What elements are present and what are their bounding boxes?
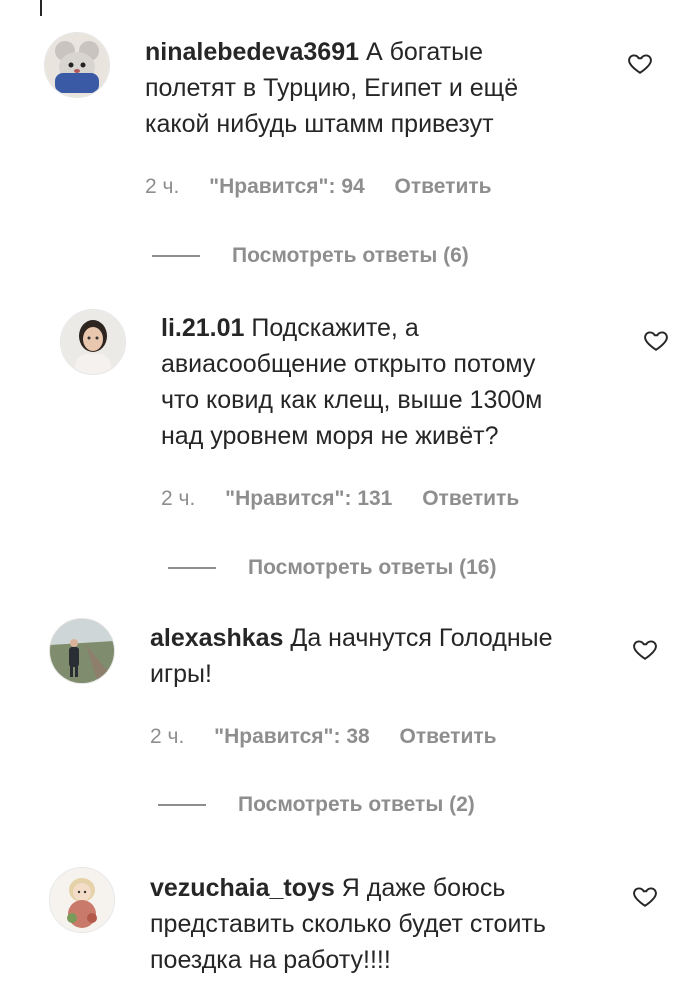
comment-body-line: какой нибудь штамм привезут xyxy=(145,110,494,138)
avatar[interactable] xyxy=(49,618,115,684)
comment-username[interactable]: li.21.01 xyxy=(161,314,244,342)
comment-body-line: игры! xyxy=(150,660,212,688)
avatar[interactable] xyxy=(44,32,110,98)
divider xyxy=(158,804,206,806)
reply-button[interactable]: Ответить xyxy=(400,725,497,749)
comment-username[interactable]: vezuchaia_toys xyxy=(150,874,335,902)
view-replies-button[interactable]: Посмотреть ответы (16) xyxy=(168,556,496,580)
comment-body: Подскажите, а xyxy=(251,314,419,342)
comment-body-line: полетят в Турцию, Египет и ещё xyxy=(145,74,519,102)
text-cursor xyxy=(40,0,42,16)
comment-text: alexashkas Да начнутся Голодные игры! xyxy=(150,620,620,692)
heart-outline-icon[interactable] xyxy=(643,327,669,353)
doll-toy-avatar xyxy=(50,868,114,932)
heart-outline-icon[interactable] xyxy=(627,50,653,76)
view-replies-label: Посмотреть ответы (2) xyxy=(238,793,475,816)
comment-likes[interactable]: "Нравится": 131 xyxy=(225,487,392,511)
heart-outline-icon[interactable] xyxy=(632,636,658,662)
view-replies-label: Посмотреть ответы (6) xyxy=(232,244,469,267)
divider xyxy=(168,567,216,569)
comment-body-line: поездка на работу!!!! xyxy=(150,946,391,974)
comment-text: vezuchaia_toys Я даже боюсь представить … xyxy=(150,870,620,978)
comment-body: Я даже боюсь xyxy=(341,874,506,902)
reply-button[interactable]: Ответить xyxy=(395,175,492,199)
comment-username[interactable]: alexashkas xyxy=(150,624,283,652)
view-replies-label: Посмотреть ответы (16) xyxy=(248,556,497,579)
comment-time[interactable]: 2 ч. xyxy=(150,725,184,749)
comment-text: ninalebedeva3691 А богатые полетят в Тур… xyxy=(145,34,605,142)
divider xyxy=(152,255,200,257)
comment-time[interactable]: 2 ч. xyxy=(161,487,195,511)
heart-outline-icon[interactable] xyxy=(632,883,658,909)
man-outdoors-avatar xyxy=(50,619,114,683)
comment-likes[interactable]: "Нравится": 38 xyxy=(214,725,370,749)
comment-body-line: авиасообщение открыто потому xyxy=(161,350,536,378)
reply-button[interactable]: Ответить xyxy=(422,487,519,511)
comment-body-line: представить сколько будет стоить xyxy=(150,910,546,938)
comment-text: li.21.01 Подскажите, а авиасообщение отк… xyxy=(161,310,621,454)
comment-likes[interactable]: "Нравится": 94 xyxy=(209,175,365,199)
comment-meta: 2 ч. "Нравится": 38 Ответить xyxy=(150,725,497,749)
comment-body: А богатые xyxy=(365,38,484,66)
comment-body: Да начнутся Голодные xyxy=(290,624,553,652)
comment-meta: 2 ч. "Нравится": 94 Ответить xyxy=(145,175,492,199)
comment-time[interactable]: 2 ч. xyxy=(145,175,179,199)
woman-portrait-avatar xyxy=(61,310,125,374)
comment-body-line: что ковид как клещ, выше 1300м xyxy=(161,386,543,414)
view-replies-button[interactable]: Посмотреть ответы (2) xyxy=(158,793,475,817)
cartoon-mouse-avatar xyxy=(45,33,109,97)
comment-body-line: над уровнем моря не живёт? xyxy=(161,422,499,450)
comment-meta: 2 ч. "Нравится": 131 Ответить xyxy=(161,487,519,511)
avatar[interactable] xyxy=(49,867,115,933)
comment-username[interactable]: ninalebedeva3691 xyxy=(145,38,359,66)
view-replies-button[interactable]: Посмотреть ответы (6) xyxy=(152,244,469,268)
avatar[interactable] xyxy=(60,309,126,375)
